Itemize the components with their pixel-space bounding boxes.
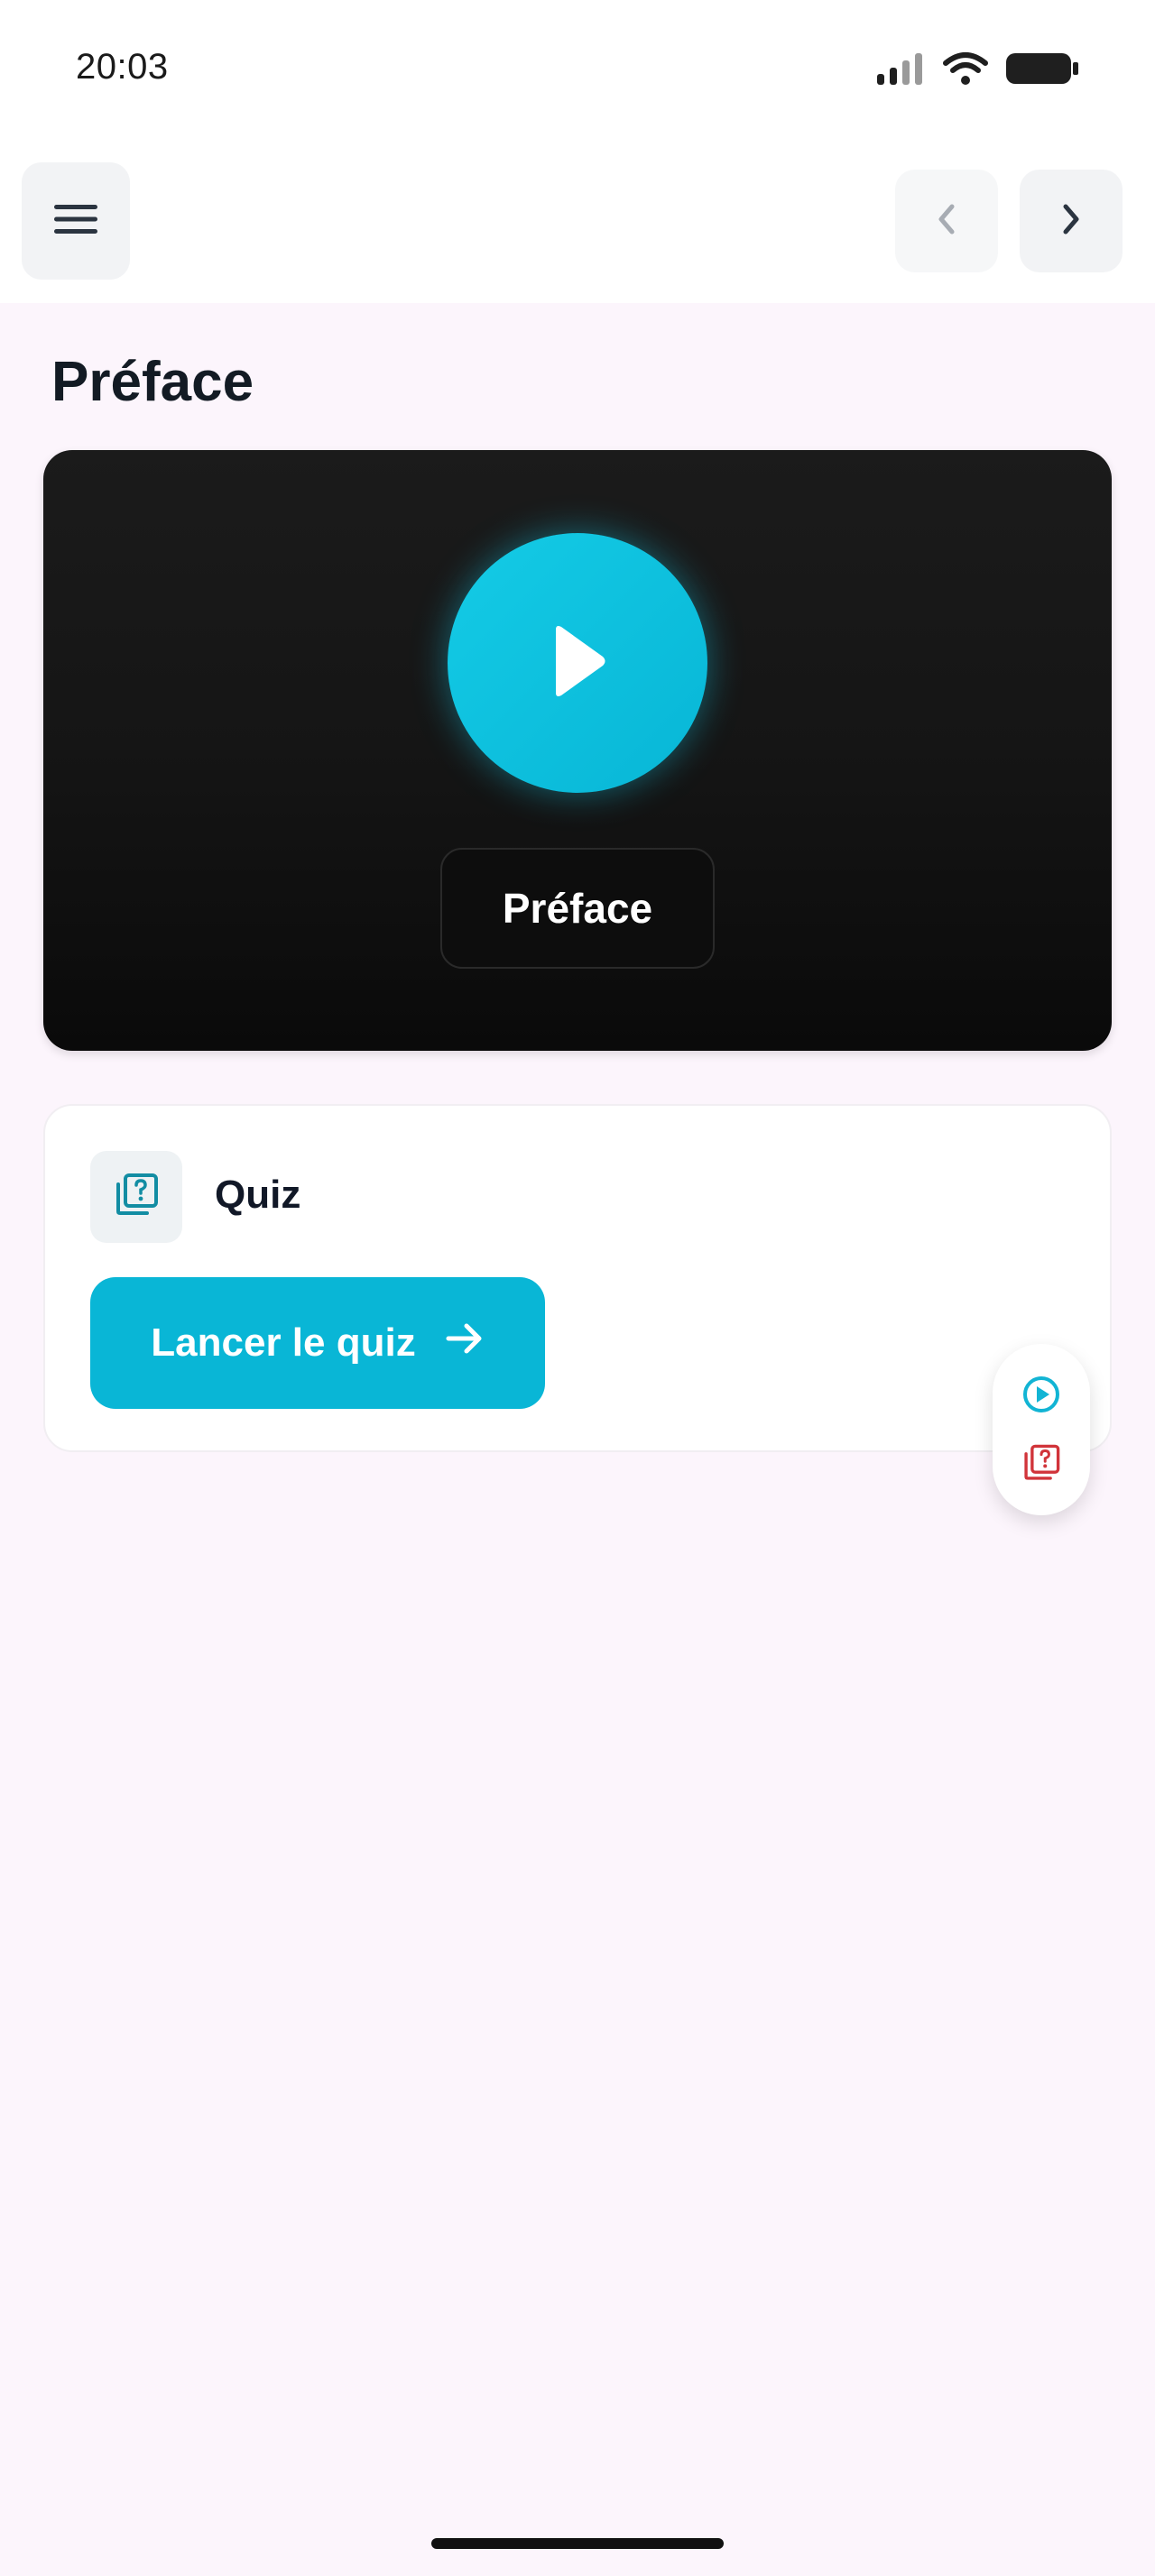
video-label: Préface	[440, 848, 715, 969]
signal-icon	[875, 51, 926, 91]
jump-to-video-button[interactable]	[1014, 1369, 1068, 1423]
quiz-card: Quiz Lancer le quiz	[43, 1104, 1112, 1452]
play-button[interactable]	[448, 533, 707, 793]
previous-button[interactable]	[895, 170, 998, 272]
jump-to-quiz-button[interactable]	[1014, 1438, 1068, 1492]
wifi-icon	[942, 51, 989, 91]
status-time: 20:03	[76, 47, 169, 87]
start-quiz-button[interactable]: Lancer le quiz	[90, 1277, 545, 1409]
menu-button[interactable]	[22, 162, 130, 280]
video-card[interactable]: Préface	[43, 450, 1112, 1051]
arrow-right-icon	[445, 1320, 485, 1366]
play-circle-icon	[1021, 1375, 1061, 1419]
start-quiz-label: Lancer le quiz	[151, 1320, 416, 1365]
floating-actions	[993, 1344, 1090, 1515]
quiz-icon	[1021, 1443, 1061, 1487]
chevron-right-icon	[1058, 201, 1084, 242]
quiz-icon-box	[90, 1151, 182, 1243]
top-bar	[0, 144, 1155, 303]
battery-icon	[1005, 51, 1079, 91]
hamburger-menu-icon	[52, 201, 99, 242]
quiz-icon	[113, 1172, 160, 1223]
chevron-left-icon	[934, 201, 959, 242]
page-title: Préface	[51, 351, 254, 413]
status-bar: 20:03	[0, 0, 1155, 144]
status-icons	[875, 51, 1079, 91]
play-icon	[541, 621, 614, 706]
next-button[interactable]	[1020, 170, 1123, 272]
quiz-title: Quiz	[215, 1173, 301, 1217]
home-indicator[interactable]	[431, 2538, 724, 2549]
